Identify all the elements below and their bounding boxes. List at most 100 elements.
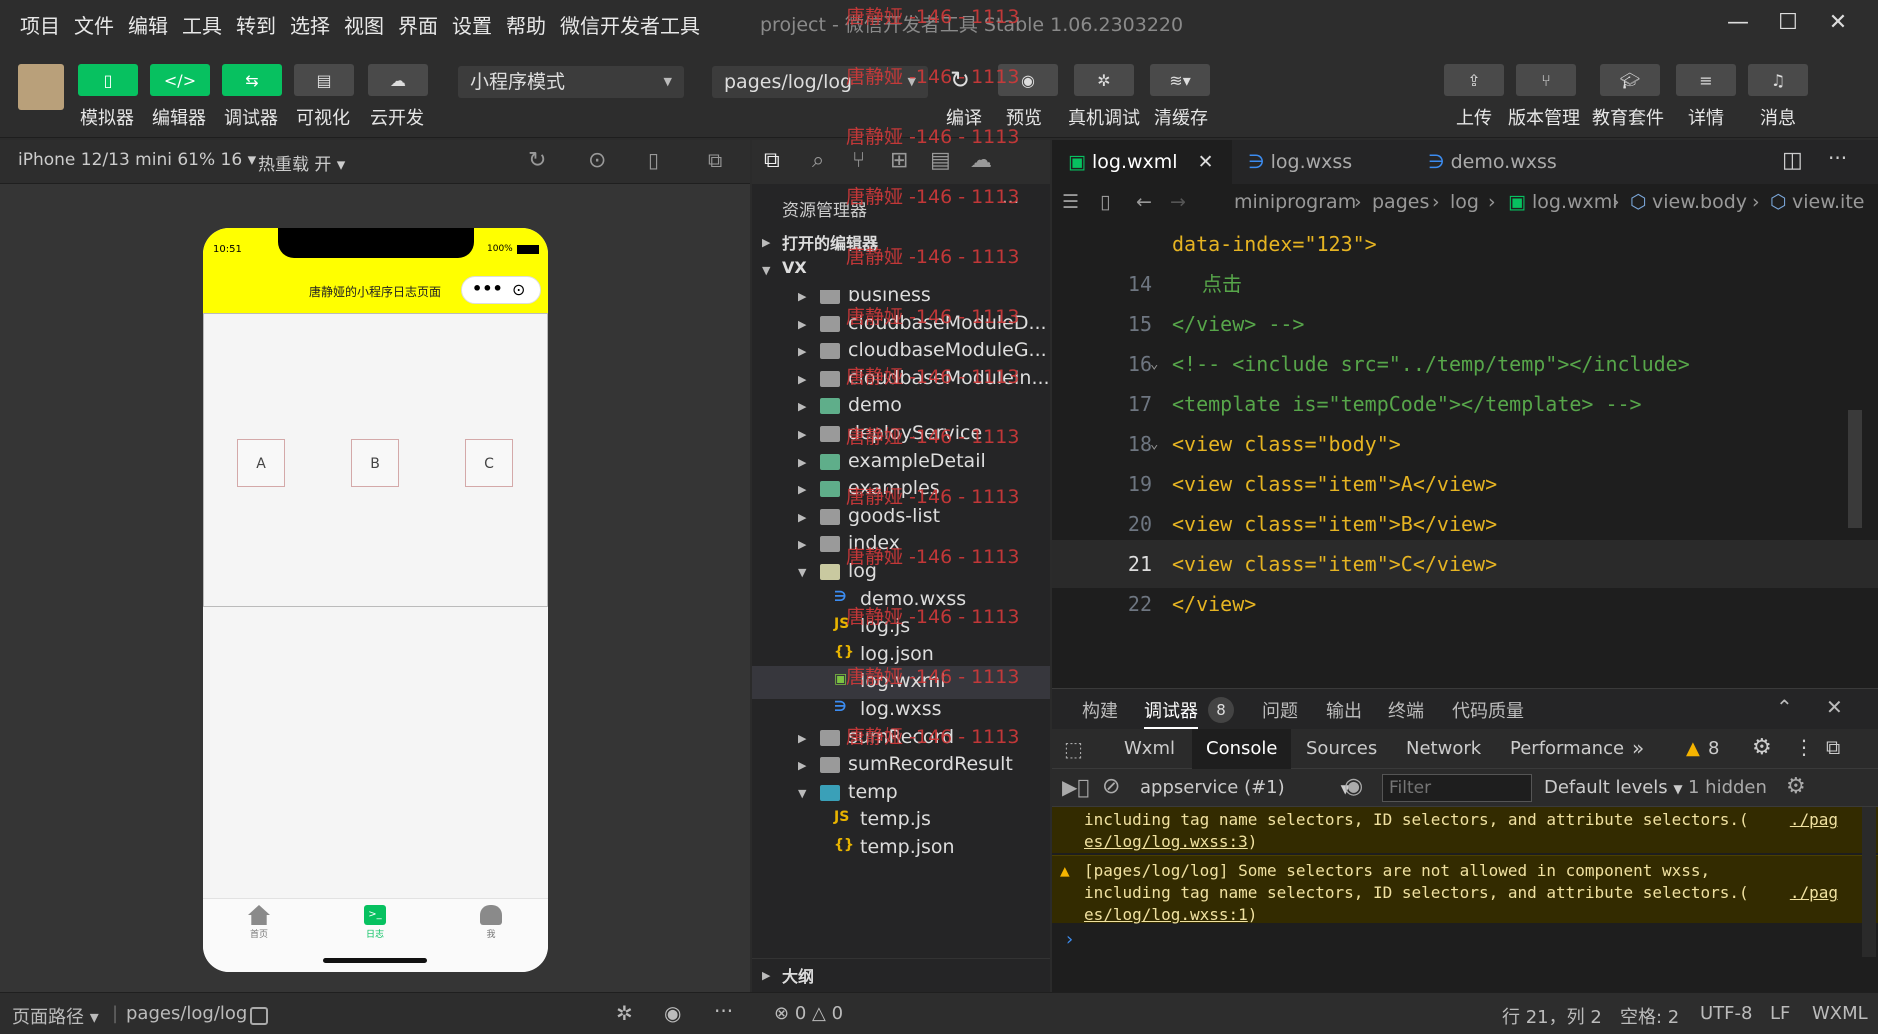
context-select[interactable]: appservice (#1) ▼ (1140, 777, 1350, 798)
warning-link[interactable]: es/log/log.wxss:3 (1084, 832, 1248, 851)
encoding[interactable]: UTF-8 (1700, 1003, 1752, 1024)
dock-icon[interactable]: ⧉ (1826, 735, 1840, 759)
phone-icon[interactable]: ▯ (648, 148, 659, 172)
menu-wechat-devtools[interactable]: 微信开发者工具 (558, 8, 702, 41)
files-icon[interactable]: ⧉ (764, 148, 780, 173)
warning-count[interactable]: 8 (1708, 738, 1719, 759)
debugger-toggle-button[interactable]: ⇆ (222, 64, 282, 96)
cursor-position[interactable]: 行 21，列 2 (1502, 1003, 1602, 1029)
search-icon[interactable]: ⌕ (812, 148, 824, 173)
log-levels-select[interactable]: Default levels ▼ (1544, 777, 1683, 798)
sidebar-toggle-icon[interactable]: ▶⃞ (1062, 775, 1089, 799)
device-select[interactable]: iPhone 12/13 mini 61% 16 ▾ (18, 150, 256, 170)
clear-cache-button[interactable]: ≋▾ (1150, 64, 1210, 96)
close-icon[interactable]: ✕ (1198, 151, 1214, 173)
warning-link-prefix[interactable]: ./pag (1790, 882, 1838, 904)
eye-icon[interactable]: ◉ (1344, 774, 1363, 799)
capsule-menu[interactable]: ••• ⊙ (461, 276, 541, 304)
tab-console[interactable]: Console (1192, 729, 1292, 769)
gear-icon[interactable]: ⚙ (1786, 774, 1806, 799)
avatar[interactable] (18, 64, 64, 110)
line-ending[interactable]: LF (1770, 1003, 1790, 1024)
tab-wxml[interactable]: Wxml (1124, 738, 1175, 759)
edu-kit-button[interactable]: 🎓︎ (1600, 64, 1660, 96)
simulator-toggle-button[interactable]: ▯ (78, 64, 138, 96)
error-count[interactable]: ⊗ 0 △ 0 (774, 1003, 843, 1024)
more-icon[interactable]: ••• (472, 279, 503, 298)
tab-sources[interactable]: Sources (1306, 738, 1377, 759)
menu-project[interactable]: 项目 (18, 8, 62, 41)
more-icon[interactable]: ··· (1828, 146, 1847, 170)
maximize-button[interactable]: ☐ (1768, 6, 1808, 40)
tab-build[interactable]: 构建 (1082, 697, 1118, 723)
item-c[interactable]: C (465, 439, 513, 487)
forward-icon[interactable]: → (1170, 184, 1186, 220)
menu-tools[interactable]: 工具 (180, 8, 224, 41)
remote-debug-button[interactable]: ✲ (1074, 64, 1134, 96)
close-window-button[interactable]: ✕ (1818, 6, 1858, 40)
tab-performance[interactable]: Performance (1510, 738, 1624, 759)
git-icon[interactable]: ⑂ (852, 148, 865, 173)
breadcrumb-pages[interactable]: pages (1372, 184, 1429, 220)
editor-toggle-button[interactable]: </> (150, 64, 210, 96)
eye-icon[interactable]: ◉ (664, 1001, 681, 1025)
upload-button[interactable]: ⇪ (1444, 64, 1504, 96)
stop-icon[interactable]: ⊙ (588, 148, 606, 173)
breadcrumb-view-item[interactable]: view.ite (1792, 184, 1864, 220)
extensions-icon[interactable]: ⊞ (890, 148, 908, 173)
tree-file[interactable]: {} temp.json (752, 832, 1050, 865)
item-b[interactable]: B (351, 439, 399, 487)
popout-icon[interactable]: ⧉ (708, 148, 722, 172)
storage-icon[interactable]: ▤ (930, 148, 951, 173)
menu-goto[interactable]: 转到 (234, 8, 278, 41)
split-editor-icon[interactable]: ◫ (1782, 148, 1803, 173)
menu-interface[interactable]: 界面 (396, 8, 440, 41)
gear-icon[interactable]: ⚙ (1752, 735, 1772, 760)
back-icon[interactable]: ← (1136, 184, 1152, 220)
visual-toggle-button[interactable]: ▤ (294, 64, 354, 96)
close-capsule-icon[interactable]: ⊙ (512, 280, 525, 299)
tab-log-wxml[interactable]: ▣ log.wxml ✕ (1052, 140, 1232, 184)
cloud-dev-button[interactable]: ☁ (368, 64, 428, 96)
menu-select[interactable]: 选择 (288, 8, 332, 41)
chevron-up-icon[interactable]: ⌃ (1776, 695, 1793, 719)
reload-icon[interactable]: ↻ (528, 148, 546, 173)
version-button[interactable]: ⑂ (1516, 64, 1576, 96)
clear-console-icon[interactable]: ⊘ (1102, 774, 1120, 799)
tab-log[interactable]: >_ 日志 (345, 905, 405, 940)
menu-help[interactable]: 帮助 (504, 8, 548, 41)
bookmark-icon[interactable]: ▯ (1100, 184, 1110, 220)
tab-output[interactable]: 输出 (1326, 697, 1362, 723)
minimize-button[interactable]: — (1718, 6, 1758, 40)
cloud-tools-icon[interactable]: ☁ (970, 148, 992, 173)
details-button[interactable]: ≡ (1676, 64, 1736, 96)
menu-edit[interactable]: 编辑 (126, 8, 170, 41)
console-scrollbar[interactable] (1862, 807, 1876, 957)
tab-me[interactable]: 我 (461, 905, 521, 940)
item-a[interactable]: A (237, 439, 285, 487)
language-mode[interactable]: WXML (1812, 1003, 1868, 1024)
warning-link[interactable]: es/log/log.wxss:1 (1084, 905, 1248, 924)
mode-select[interactable]: 小程序模式 ▼ (458, 66, 684, 98)
menu-view[interactable]: 视图 (342, 8, 386, 41)
code-area[interactable]: data-index="123"> 14 点击 15 </view> --> 16 ⌄… (1052, 220, 1878, 688)
tab-network[interactable]: Network (1406, 738, 1481, 759)
editor-scrollbar[interactable] (1848, 410, 1862, 528)
breadcrumb-file[interactable]: log.wxml (1532, 184, 1618, 220)
console-filter-input[interactable] (1382, 774, 1532, 802)
breadcrumb-view-body[interactable]: view.body (1652, 184, 1747, 220)
copy-icon[interactable] (250, 1005, 268, 1026)
menu-file[interactable]: 文件 (72, 8, 116, 41)
hot-reload-select[interactable]: 热重载 开 ▾ (258, 150, 345, 175)
kebab-icon[interactable]: ⋮ (1794, 735, 1814, 759)
more-tabs-icon[interactable]: » (1632, 736, 1644, 760)
close-icon[interactable]: ✕ (1826, 695, 1843, 719)
indentation[interactable]: 空格: 2 (1620, 1003, 1679, 1029)
page-path-toggle[interactable]: 页面路径 ▾ (12, 1003, 99, 1029)
breadcrumb-miniprogram[interactable]: miniprogram (1234, 184, 1356, 220)
outline-section[interactable]: ▶ 大纲 (752, 958, 1050, 992)
tab-code-quality[interactable]: 代码质量 (1452, 697, 1524, 723)
console-prompt[interactable]: › (1064, 929, 1075, 950)
tab-log-wxss[interactable]: ∋ log.wxss (1232, 140, 1412, 184)
tab-debugger[interactable]: 调试器 (1144, 697, 1198, 729)
